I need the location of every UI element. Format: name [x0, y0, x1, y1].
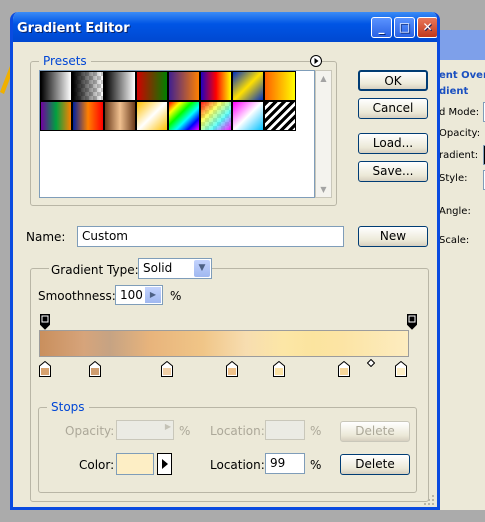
delete-color-stop-button[interactable]: Delete — [340, 454, 410, 475]
preset-swatch[interactable] — [232, 71, 264, 101]
color-location-unit: % — [310, 458, 322, 472]
layer-style-dialog-background: ent Overl dient d Mode: Opacity: radient… — [436, 30, 485, 510]
color-stops-row[interactable] — [39, 359, 409, 379]
preset-swatch[interactable] — [72, 101, 104, 131]
dialog-content: Presets ▲ ▼ OK Cancel Load... Save... Na… — [13, 42, 437, 507]
circle-arrow-right-icon[interactable] — [310, 55, 322, 67]
chevron-right-icon: ▶ — [164, 422, 171, 431]
stops-label: Stops — [47, 400, 89, 414]
bg-label-angle: Angle: — [439, 206, 471, 217]
opacity-location-unit: % — [310, 424, 322, 438]
gradient-type-group: Gradient Type: Solid ▼ Smoothness: 100 ▶… — [30, 258, 429, 502]
preset-swatch[interactable] — [40, 101, 72, 131]
location-label-color: Location: — [210, 458, 265, 472]
color-stop[interactable] — [161, 361, 173, 377]
window-title: Gradient Editor — [17, 21, 130, 36]
chevron-right-icon[interactable]: ▶ — [145, 287, 161, 303]
smoothness-value: 100 — [120, 288, 143, 302]
maximize-icon: □ — [398, 20, 411, 34]
preset-swatch-grid — [39, 70, 315, 198]
scroll-up-icon[interactable]: ▲ — [316, 71, 331, 86]
stops-group: Stops Opacity: ▶ % Location: % Delete Co… — [38, 400, 417, 493]
delete-opacity-stop-button: Delete — [340, 421, 410, 442]
opacity-input: ▶ — [116, 420, 174, 440]
opacity-unit: % — [179, 424, 191, 438]
bg-label-gradient-field: radient: — [439, 150, 479, 161]
preset-swatch[interactable] — [136, 71, 168, 101]
name-label: Name: — [26, 230, 66, 244]
cancel-button[interactable]: Cancel — [358, 98, 428, 119]
preset-swatch[interactable] — [40, 71, 72, 101]
bg-label-overlay: ent Overl — [439, 70, 485, 81]
preset-swatch[interactable] — [104, 71, 136, 101]
preset-swatch[interactable] — [200, 71, 232, 101]
gradient-type-value: Solid — [143, 261, 173, 275]
color-stop[interactable] — [226, 361, 238, 377]
layer-style-titlebar — [437, 30, 485, 60]
close-button[interactable]: ✕ — [417, 17, 437, 38]
bg-label-opacity: Opacity: — [439, 128, 481, 139]
gradient-type-label: Gradient Type: — [49, 263, 141, 277]
opacity-location-input — [265, 420, 305, 440]
color-stop[interactable] — [89, 361, 101, 377]
preset-swatch[interactable] — [136, 101, 168, 131]
presets-group: Presets ▲ ▼ — [30, 54, 337, 206]
color-stop[interactable] — [39, 361, 51, 377]
scroll-down-icon[interactable]: ▼ — [316, 182, 331, 197]
titlebar: Gradient Editor _ □ ✕ — [13, 12, 437, 42]
preset-swatch[interactable] — [232, 101, 264, 131]
opacity-stop-left[interactable] — [40, 314, 50, 330]
opacity-stop-right[interactable] — [407, 314, 417, 330]
color-stop[interactable] — [395, 361, 407, 377]
color-label: Color: — [79, 458, 115, 472]
midpoint-diamond[interactable] — [367, 359, 375, 367]
preset-swatch[interactable] — [168, 101, 200, 131]
color-stop[interactable] — [273, 361, 285, 377]
gradient-preview-bar[interactable] — [39, 330, 409, 357]
color-menu-button[interactable] — [157, 453, 172, 475]
close-icon: ✕ — [422, 20, 433, 34]
location-label-opacity: Location: — [210, 424, 265, 438]
bg-label-style: Style: — [439, 173, 468, 184]
gradient-type-select[interactable]: Solid ▼ — [138, 258, 212, 279]
preset-swatch[interactable] — [104, 101, 136, 131]
presets-label: Presets — [39, 54, 91, 68]
smoothness-input[interactable]: 100 ▶ — [115, 285, 163, 305]
ok-button[interactable]: OK — [358, 70, 428, 91]
bg-label-scale: Scale: — [439, 235, 470, 246]
load-button[interactable]: Load... — [358, 133, 428, 154]
chevron-down-icon[interactable]: ▼ — [194, 260, 210, 277]
minimize-button[interactable]: _ — [371, 17, 392, 38]
bg-label-gradient: dient — [439, 86, 469, 97]
preset-swatch[interactable] — [200, 101, 232, 131]
smoothness-unit: % — [170, 289, 182, 303]
opacity-label: Opacity: — [65, 424, 115, 438]
triangle-right-icon — [162, 459, 168, 469]
color-swatch[interactable] — [116, 453, 154, 475]
color-stop[interactable] — [338, 361, 350, 377]
preset-swatch[interactable] — [264, 101, 296, 131]
gradient-editor-window: Gradient Editor _ □ ✕ Presets ▲ ▼ OK Can… — [10, 12, 440, 510]
preset-swatch[interactable] — [72, 71, 104, 101]
save-button[interactable]: Save... — [358, 161, 428, 182]
color-location-input[interactable]: 99 — [265, 453, 305, 474]
resize-grip-icon[interactable] — [423, 494, 435, 506]
name-input[interactable]: Custom — [77, 226, 344, 247]
maximize-button[interactable]: □ — [394, 17, 415, 38]
preset-swatch[interactable] — [264, 71, 296, 101]
preset-swatch[interactable] — [168, 71, 200, 101]
bg-label-blend-mode: d Mode: — [439, 107, 480, 118]
new-button[interactable]: New — [358, 226, 428, 247]
smoothness-label: Smoothness: — [38, 289, 116, 303]
minimize-icon: _ — [378, 20, 385, 34]
presets-scrollbar[interactable]: ▲ ▼ — [315, 70, 332, 198]
